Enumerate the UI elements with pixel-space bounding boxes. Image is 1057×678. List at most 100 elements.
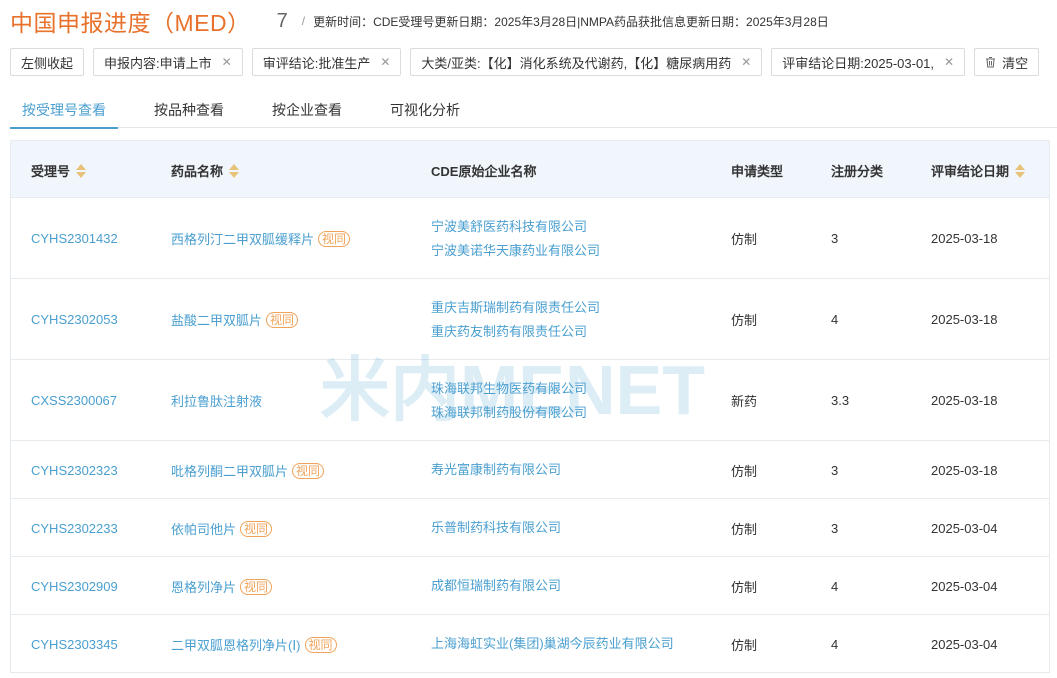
review-date: 2025-03-18 [931,231,998,246]
acceptance-number-link[interactable]: CYHS2302323 [31,463,118,478]
filter-chip-label: 评审结论日期:2025-03-01, [782,55,935,71]
application-type: 新药 [731,394,758,409]
company-link[interactable]: 重庆吉斯瑞制药有限责任公司 [431,300,600,316]
drug-name: 依帕司他片 [171,522,237,537]
column-header-application-type: 申请类型 [731,161,783,180]
column-header-label: CDE原始企业名称 [431,164,537,179]
table-row: CXSS2300067 利拉鲁肽注射液 珠海联邦生物医药有限公司 珠海联邦制药股… [11,359,1049,440]
tab-by-company[interactable]: 按企业查看 [260,95,354,128]
acceptance-number-link[interactable]: CYHS2303345 [31,637,118,652]
drug-name-link[interactable]: 西格列汀二甲双胍缓释片 视同 [171,229,351,248]
column-header-label: 注册分类 [831,164,884,179]
company-list: 寿光富康制药有限公司 [431,462,561,478]
drug-name: 二甲双胍恩格列净片(Ⅰ) [171,638,301,653]
acceptance-number-link[interactable]: CYHS2301432 [31,231,118,246]
table-row: CYHS2302323 吡格列酮二甲双胍片 视同 寿光富康制药有限公司 仿制 3 … [11,440,1049,498]
company-link[interactable]: 宁波美舒医药科技有限公司 [431,219,600,235]
tab-by-product[interactable]: 按品种查看 [142,95,236,128]
tab-visual-analysis[interactable]: 可视化分析 [378,95,472,128]
clear-filters-label: 清空 [1002,55,1029,71]
equivalence-badge: 视同 [304,636,337,653]
drug-name-link[interactable]: 利拉鲁肽注射液 [171,391,262,410]
column-header-registration-class: 注册分类 [831,161,883,180]
registration-class: 3 [831,463,839,478]
application-type: 仿制 [731,638,758,653]
equivalence-badge: 视同 [318,230,351,247]
column-header-label: 申请类型 [731,164,784,179]
application-type: 仿制 [731,522,758,537]
filter-bar: 左侧收起 申报内容:申请上市 ✕ 审评结论:批准生产 ✕ 大类/亚类:【化】消化… [10,48,1048,76]
acceptance-number-link[interactable]: CYHS2302909 [31,579,118,594]
column-header-company: CDE原始企业名称 [431,161,536,180]
filter-chip-label: 申报内容:申请上市 [104,55,212,71]
acceptance-number-link[interactable]: CYHS2302233 [31,521,118,536]
company-link[interactable]: 上海海虹实业(集团)巢湖今辰药业有限公司 [431,636,674,652]
company-link[interactable]: 珠海联邦制药股份有限公司 [431,405,587,421]
company-link[interactable]: 重庆药友制药有限责任公司 [431,324,600,340]
application-type: 仿制 [731,464,758,479]
trash-icon [985,56,996,68]
filter-chip-category[interactable]: 大类/亚类:【化】消化系统及代谢药,【化】糖尿病用药 ✕ [410,48,763,76]
view-tabs: 按受理号查看 按品种查看 按企业查看 可视化分析 [10,95,1057,129]
close-icon[interactable]: ✕ [944,55,954,69]
company-link[interactable]: 乐普制药科技有限公司 [431,520,561,536]
drug-name-link[interactable]: 依帕司他片 视同 [171,519,273,538]
review-date: 2025-03-18 [931,463,998,478]
review-date: 2025-03-18 [931,393,998,408]
filter-chip-date[interactable]: 评审结论日期:2025-03-01, ✕ [771,48,966,76]
table-row: CYHS2302053 盐酸二甲双胍片 视同 重庆吉斯瑞制药有限责任公司 重庆药友… [11,278,1049,359]
sort-icon[interactable] [229,163,240,178]
filter-chip-label: 审评结论:批准生产 [262,55,371,71]
company-list: 珠海联邦生物医药有限公司 珠海联邦制药股份有限公司 [431,381,587,421]
equivalence-badge: 视同 [240,578,273,595]
table-row: CYHS2303345 二甲双胍恩格列净片(Ⅰ) 视同 上海海虹实业(集团)巢湖今… [11,614,1049,672]
drug-name-link[interactable]: 盐酸二甲双胍片 视同 [171,310,299,329]
table-row: CYHS2302909 恩格列净片 视同 成都恒瑞制药有限公司 仿制 4 2025… [11,556,1049,614]
acceptance-number-link[interactable]: CYHS2302053 [31,312,118,327]
drug-name: 利拉鲁肽注射液 [171,394,263,409]
company-link[interactable]: 珠海联邦生物医药有限公司 [431,381,587,397]
results-table: 受理号 药品名称 CDE原始企业名称 申请类型 注册分类 评审结论日期 CYHS… [10,140,1050,673]
drug-name-link[interactable]: 吡格列酮二甲双胍片 视同 [171,461,325,480]
drug-name-link[interactable]: 二甲双胍恩格列净片(Ⅰ) 视同 [171,635,337,654]
close-icon[interactable]: ✕ [222,55,232,69]
drug-name: 吡格列酮二甲双胍片 [171,464,289,479]
registration-class: 4 [831,637,839,652]
column-header-review-date[interactable]: 评审结论日期 [931,161,1026,180]
application-type: 仿制 [731,580,758,595]
company-link[interactable]: 成都恒瑞制药有限公司 [431,578,561,594]
result-count: 7 [276,9,288,32]
table-header: 受理号 药品名称 CDE原始企业名称 申请类型 注册分类 评审结论日期 [11,140,1049,197]
company-link[interactable]: 宁波美诺华天康药业有限公司 [431,243,600,259]
acceptance-number-link[interactable]: CXSS2300067 [31,393,117,408]
drug-name: 恩格列净片 [171,580,237,595]
collapse-sidebar-button[interactable]: 左侧收起 [10,48,85,76]
review-date: 2025-03-04 [931,521,998,536]
sort-icon[interactable] [1015,163,1026,178]
table-row: CYHS2302233 依帕司他片 视同 乐普制药科技有限公司 仿制 3 2025… [11,498,1049,556]
filter-chip-content[interactable]: 申报内容:申请上市 ✕ [93,48,243,76]
column-header-label: 评审结论日期 [931,164,1010,179]
registration-class: 4 [831,312,839,327]
close-icon[interactable]: ✕ [380,55,390,69]
header-separator: / [301,14,306,28]
tab-by-acceptance-number[interactable]: 按受理号查看 [10,95,118,129]
filter-chip-conclusion[interactable]: 审评结论:批准生产 ✕ [251,48,402,76]
drug-name: 西格列汀二甲双胍缓释片 [171,232,315,247]
equivalence-badge: 视同 [292,462,325,479]
column-header-acceptance-number[interactable]: 受理号 [31,161,87,180]
sort-icon[interactable] [76,163,87,178]
registration-class: 3 [831,231,839,246]
drug-name-link[interactable]: 恩格列净片 视同 [171,577,273,596]
update-info: 更新时间：CDE受理号更新日期：2025年3月28日|NMPA药品获批信息更新日… [313,14,829,29]
close-icon[interactable]: ✕ [741,55,751,69]
company-list: 重庆吉斯瑞制药有限责任公司 重庆药友制药有限责任公司 [431,300,600,340]
table-row: CYHS2301432 西格列汀二甲双胍缓释片 视同 宁波美舒医药科技有限公司 宁… [11,197,1049,278]
company-list: 乐普制药科技有限公司 [431,520,561,536]
registration-class: 3 [831,521,839,536]
clear-filters-button[interactable]: 清空 [974,48,1040,76]
registration-class: 3.3 [831,393,850,408]
column-header-drug-name[interactable]: 药品名称 [171,161,240,180]
company-link[interactable]: 寿光富康制药有限公司 [431,462,561,478]
company-list: 成都恒瑞制药有限公司 [431,578,561,594]
